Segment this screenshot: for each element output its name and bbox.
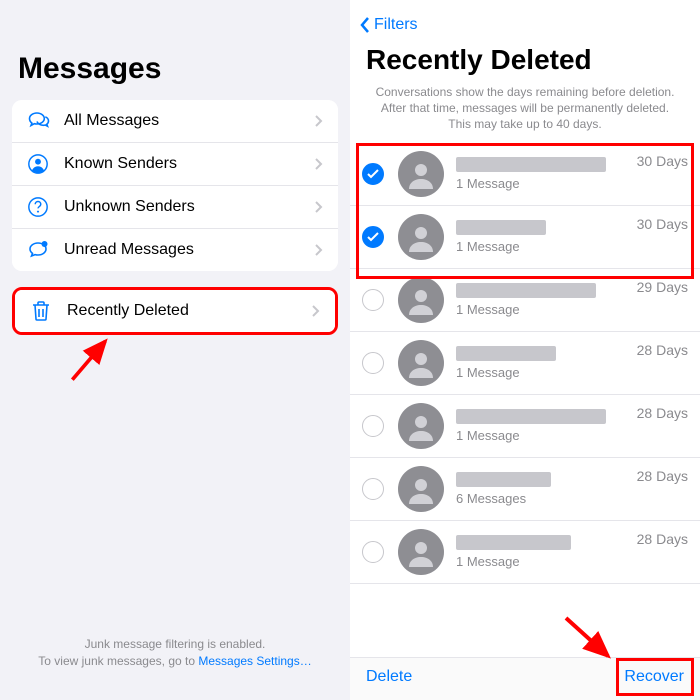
footer-line2: To view junk messages, go to Messages Se… (0, 653, 350, 670)
avatar (398, 529, 444, 575)
days-remaining: 30 Days (637, 216, 688, 232)
filter-recently-deleted[interactable]: Recently Deleted (15, 290, 335, 332)
unknown-icon (26, 195, 50, 219)
filter-list-secondary: Recently Deleted (12, 287, 338, 335)
chevron-right-icon (312, 114, 326, 128)
page-title: Recently Deleted (350, 38, 700, 84)
select-circle[interactable] (362, 289, 384, 311)
contact-name-redacted (456, 220, 546, 235)
message-count: 1 Message (456, 302, 629, 317)
filter-label: Unread Messages (64, 241, 312, 259)
filter-all-messages[interactable]: All Messages (12, 100, 338, 143)
filter-known-senders[interactable]: Known Senders (12, 143, 338, 186)
conversation-list: 1 Message30 Days1 Message30 Days1 Messag… (350, 143, 700, 657)
recently-deleted-pane: Filters Recently Deleted Conversations s… (350, 0, 700, 700)
contact-name-redacted (456, 346, 556, 361)
footer-line1: Junk message filtering is enabled. (0, 636, 350, 653)
chevron-left-icon (358, 16, 372, 34)
avatar (398, 151, 444, 197)
days-remaining: 28 Days (637, 405, 688, 421)
avatar (398, 403, 444, 449)
trash-icon (29, 299, 53, 323)
bottom-toolbar: Delete Recover (350, 657, 700, 700)
filter-label: All Messages (64, 112, 312, 130)
filter-list-primary: All Messages Known Senders Unknown Sende… (12, 100, 338, 271)
select-circle[interactable] (362, 541, 384, 563)
chevron-right-icon (312, 200, 326, 214)
filter-label: Recently Deleted (67, 302, 309, 320)
avatar (398, 340, 444, 386)
select-circle[interactable] (362, 415, 384, 437)
conversation-row[interactable]: 1 Message 28 Days (350, 395, 700, 458)
conversation-row[interactable]: 1 Message 29 Days (350, 269, 700, 332)
filter-unknown-senders[interactable]: Unknown Senders (12, 186, 338, 229)
days-remaining: 30 Days (637, 153, 688, 169)
explain-text: Conversations show the days remaining be… (350, 84, 700, 143)
contact-name-redacted (456, 409, 606, 424)
message-count: 6 Messages (456, 491, 629, 506)
chevron-right-icon (312, 157, 326, 171)
days-remaining: 28 Days (637, 342, 688, 358)
annotation-arrow-icon (65, 332, 120, 387)
conversation-text: 1 Message (456, 283, 629, 317)
conversation-text: 1 Message (456, 535, 629, 569)
contact-name-redacted (456, 535, 571, 550)
conversation-row[interactable]: 1 Message 28 Days (350, 521, 700, 584)
message-count: 1 Message (456, 428, 629, 443)
conversation-text: 6 Messages (456, 472, 629, 506)
messages-filters-pane: Messages All Messages Known Senders Un (0, 0, 350, 700)
conversation-text: 1 Message (456, 409, 629, 443)
message-count: 1 Message (456, 554, 629, 569)
delete-button[interactable]: Delete (366, 668, 412, 686)
select-circle[interactable] (362, 163, 384, 185)
avatar (398, 214, 444, 260)
days-remaining: 28 Days (637, 531, 688, 547)
chevron-right-icon (309, 304, 323, 318)
filter-unread-messages[interactable]: Unread Messages (12, 229, 338, 271)
messages-settings-link[interactable]: Messages Settings… (198, 654, 311, 668)
conversation-row[interactable]: 1 Message 30 Days (350, 206, 700, 269)
filter-label: Unknown Senders (64, 198, 312, 216)
contact-name-redacted (456, 472, 551, 487)
back-label: Filters (374, 16, 418, 34)
unread-icon (26, 238, 50, 262)
conversation-text: 1 Message (456, 220, 629, 254)
chevron-right-icon (312, 243, 326, 257)
conversation-row[interactable]: 6 Messages 28 Days (350, 458, 700, 521)
select-circle[interactable] (362, 478, 384, 500)
select-circle[interactable] (362, 352, 384, 374)
contact-name-redacted (456, 283, 596, 298)
recover-button[interactable]: Recover (624, 668, 684, 686)
message-count: 1 Message (456, 239, 629, 254)
avatar (398, 466, 444, 512)
days-remaining: 29 Days (637, 279, 688, 295)
filter-label: Known Senders (64, 155, 312, 173)
conversation-text: 1 Message (456, 157, 629, 191)
conversation-text: 1 Message (456, 346, 629, 380)
conversation-row[interactable]: 1 Message 30 Days (350, 143, 700, 206)
avatar (398, 277, 444, 323)
select-circle[interactable] (362, 226, 384, 248)
days-remaining: 28 Days (637, 468, 688, 484)
known-icon (26, 152, 50, 176)
conversation-row[interactable]: 1 Message 28 Days (350, 332, 700, 395)
message-count: 1 Message (456, 365, 629, 380)
message-count: 1 Message (456, 176, 629, 191)
back-button[interactable]: Filters (350, 0, 700, 38)
footer-note: Junk message filtering is enabled. To vi… (0, 636, 350, 670)
contact-name-redacted (456, 157, 606, 172)
messages-icon (26, 109, 50, 133)
page-title: Messages (0, 0, 350, 100)
